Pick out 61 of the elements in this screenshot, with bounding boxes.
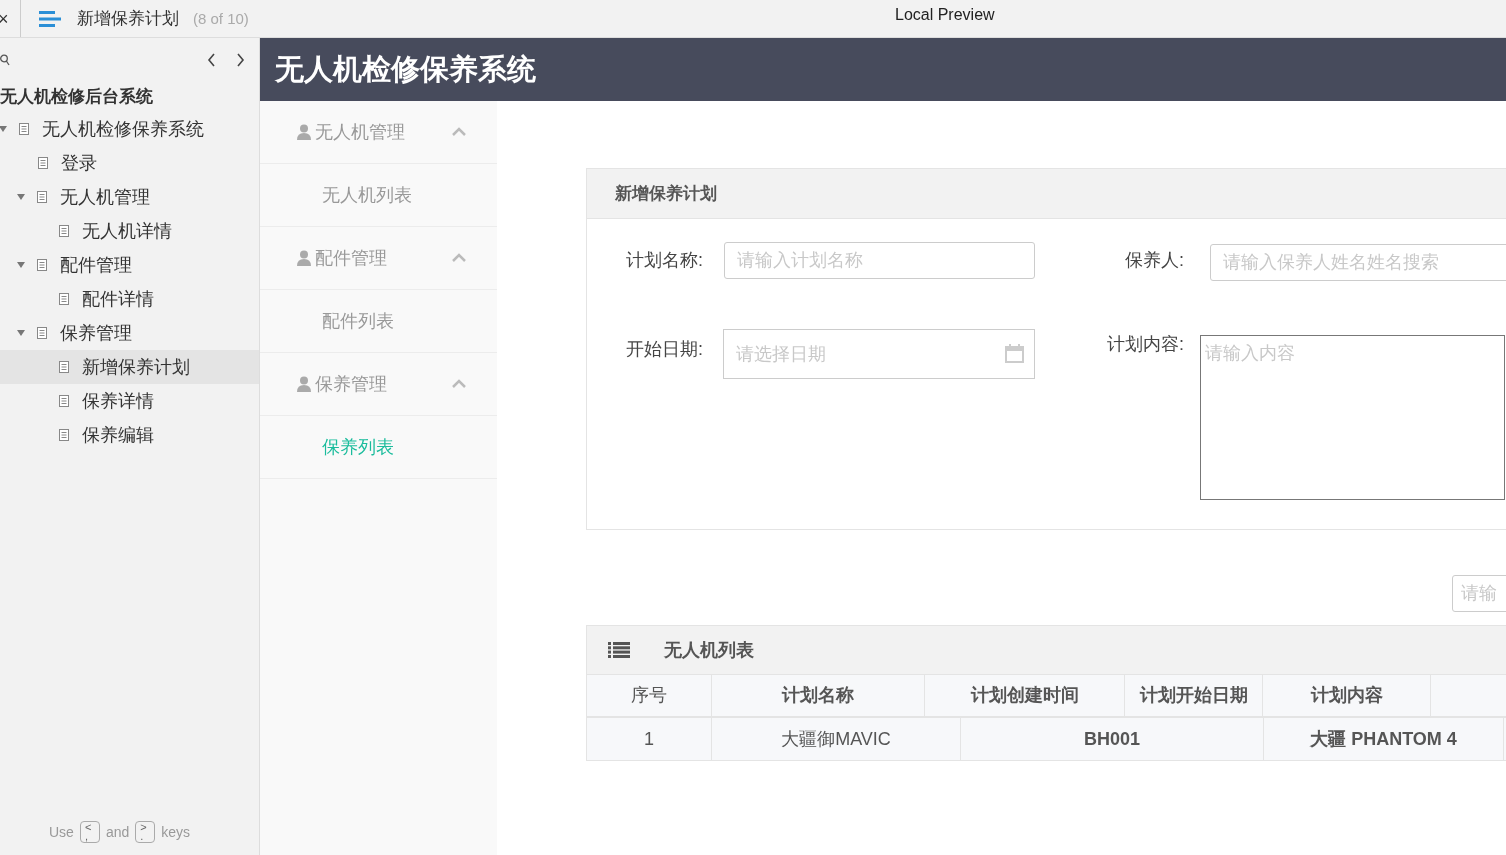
- form-title: 新增保养计划: [615, 183, 717, 205]
- next-page-icon[interactable]: [236, 53, 245, 67]
- project-title: 无人机检修后台系统: [0, 86, 154, 108]
- table-title: 无人机列表: [664, 639, 754, 662]
- page-icon: [37, 259, 47, 271]
- field-label: 计划名称:: [625, 249, 703, 272]
- hint-text: Use: [49, 824, 74, 840]
- caret-icon: [451, 127, 467, 137]
- close-button[interactable]: ×: [0, 9, 9, 28]
- page-icon: [37, 191, 47, 203]
- column-header: 序号: [630, 684, 668, 707]
- table-cell: 大疆 PHANTOM 4: [1263, 718, 1503, 760]
- column-header: 计划开始日期: [1124, 675, 1262, 716]
- expand-arrow-icon[interactable]: [17, 262, 25, 268]
- list-icon: [608, 642, 630, 658]
- user-icon: [297, 376, 311, 392]
- tree-item[interactable]: 无人机管理: [0, 180, 259, 214]
- tree-item[interactable]: 保养管理: [0, 316, 259, 350]
- user-icon: [297, 124, 311, 140]
- page-count: (8 of 10): [193, 10, 249, 27]
- tree-item[interactable]: 登录: [0, 146, 259, 180]
- tree-item[interactable]: 无人机检修保养系统: [0, 112, 259, 146]
- hint-text: and: [105, 824, 130, 840]
- table-cell-text: 1: [643, 728, 655, 751]
- column-header: 计划内容: [1262, 675, 1430, 716]
- app-title: Local Preview: [895, 6, 995, 24]
- page-icon: [59, 225, 69, 237]
- field-label: 计划内容:: [1106, 334, 1184, 354]
- tree-item[interactable]: 保养编辑: [0, 418, 259, 452]
- page-icon: [59, 293, 69, 305]
- search-icon[interactable]: [0, 54, 10, 66]
- tree-item[interactable]: 保养详情: [0, 384, 259, 418]
- page-icon: [37, 327, 47, 339]
- table-cell: BH001: [960, 718, 1263, 760]
- expand-arrow-icon[interactable]: [0, 126, 7, 132]
- key-cap: < ,: [79, 821, 100, 843]
- page-title: 新增保养计划: [77, 8, 179, 30]
- caret-icon: [451, 253, 467, 263]
- page-icon: [59, 429, 69, 441]
- caret-icon: [451, 379, 467, 389]
- tree-item[interactable]: 配件详情: [0, 282, 259, 316]
- menu-icon[interactable]: [39, 10, 61, 27]
- column-header: 计划名称: [711, 675, 924, 716]
- user-icon: [297, 250, 311, 266]
- page-icon: [59, 395, 69, 407]
- expand-arrow-icon[interactable]: [17, 330, 25, 336]
- hint-text: keys: [161, 824, 191, 840]
- table-cell: 大疆御MAVIC: [711, 718, 960, 760]
- column-header: 计划创建时间: [924, 675, 1124, 716]
- tree-item[interactable]: 无人机详情: [0, 214, 259, 248]
- page-icon: [59, 361, 69, 373]
- page-icon: [38, 157, 48, 169]
- tree-item[interactable]: 新增保养计划: [0, 350, 259, 384]
- previous-page-icon[interactable]: [207, 53, 216, 67]
- system-title: 无人机检修保养系统: [275, 51, 536, 87]
- expand-arrow-icon[interactable]: [17, 194, 25, 200]
- field-label: 开始日期:: [625, 338, 703, 361]
- tree-item[interactable]: 配件管理: [0, 248, 259, 282]
- key-cap: > .: [135, 821, 156, 843]
- page-icon: [19, 123, 29, 135]
- field-label: 保养人:: [1124, 249, 1184, 272]
